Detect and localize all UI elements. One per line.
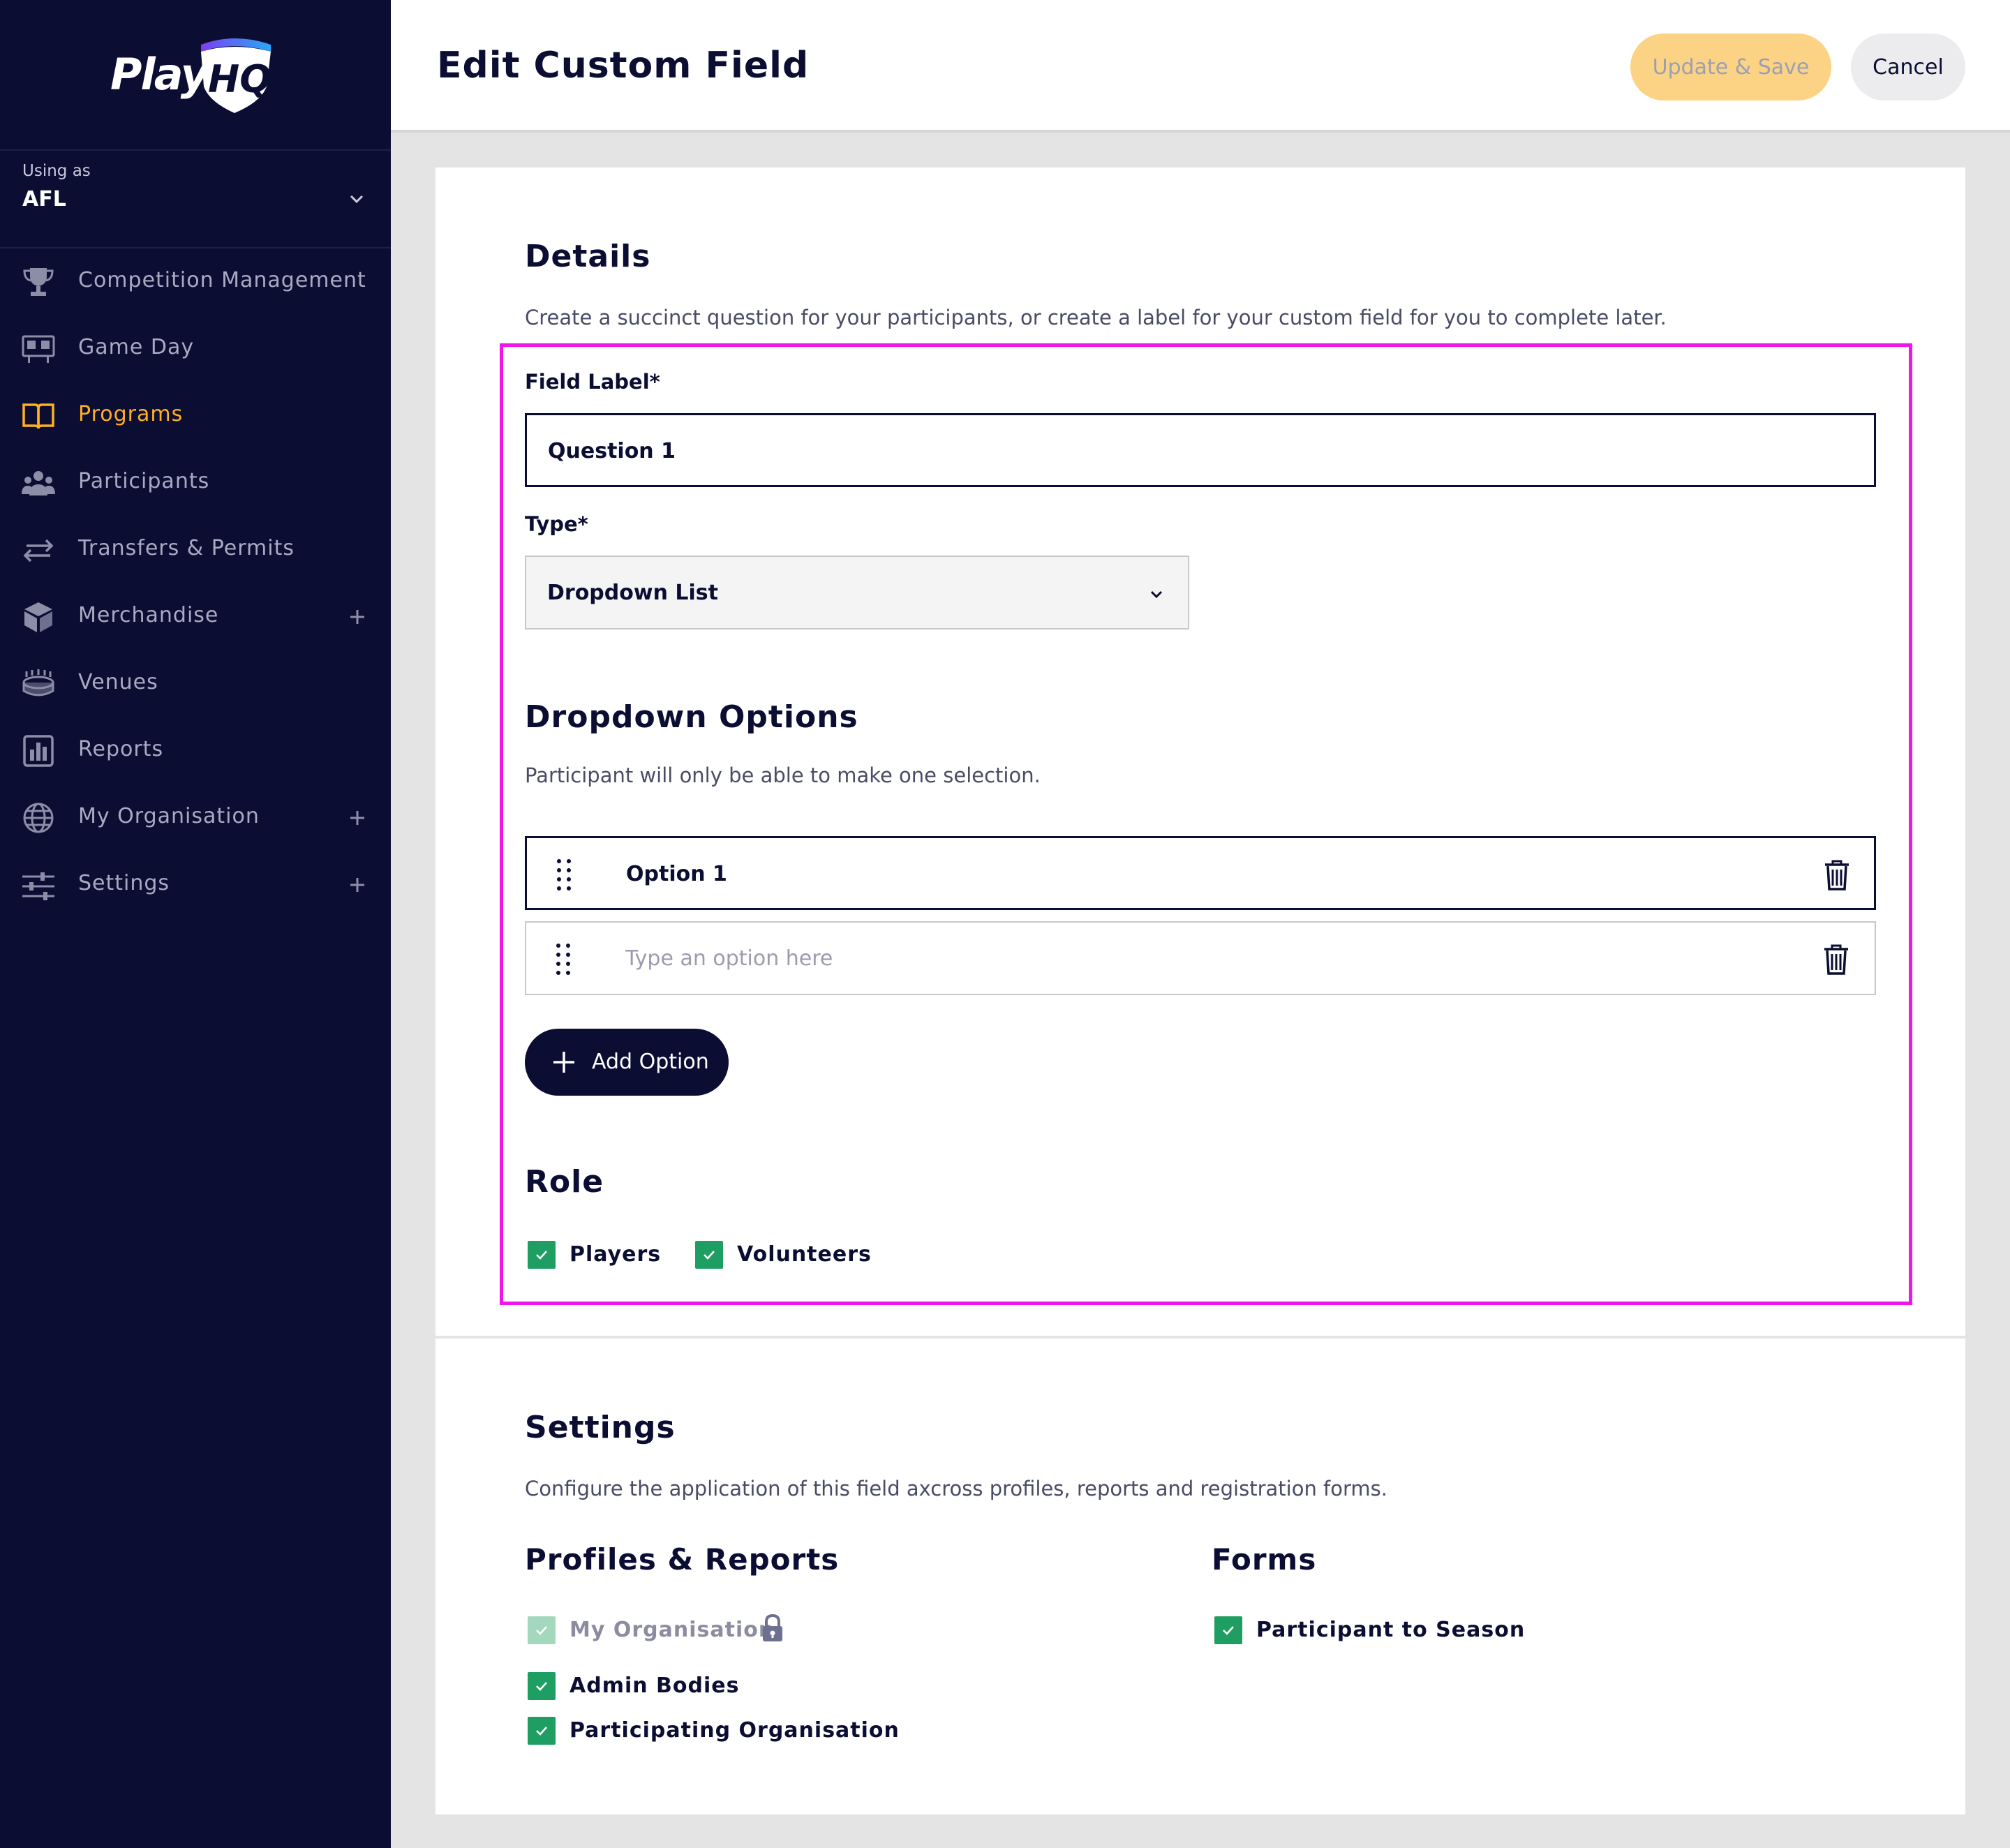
plus-icon: [553, 1052, 574, 1073]
sidebar-item-label: Merchandise: [78, 603, 219, 627]
expand-plus-icon[interactable]: [345, 872, 370, 897]
sliders-icon: [22, 872, 54, 900]
sidebar-item-label: Reports: [78, 737, 164, 761]
chevron-down-icon: [350, 195, 364, 204]
players-checkbox[interactable]: [528, 1241, 556, 1269]
box-icon: [24, 602, 52, 632]
playhq-logo[interactable]: Play HQ: [110, 36, 278, 114]
globe-icon: [23, 803, 54, 833]
trash-icon[interactable]: [1822, 859, 1852, 891]
my-organisation-checkbox: [528, 1616, 556, 1644]
chevron-down-icon: [1150, 590, 1163, 599]
forms-heading: Forms: [1212, 1542, 1317, 1577]
check-icon: [536, 1626, 547, 1635]
details-description: Create a succinct question for your part…: [525, 306, 1667, 329]
role-heading: Role: [525, 1164, 604, 1200]
type-select-value: Dropdown List: [547, 581, 718, 605]
page-title: Edit Custom Field: [437, 45, 810, 87]
check-icon: [1223, 1626, 1234, 1635]
dropdown-options-heading: Dropdown Options: [525, 699, 858, 735]
highlight-box: [500, 343, 1912, 1305]
logo-text: Play: [110, 49, 209, 100]
add-option-button[interactable]: Add Option: [525, 1029, 729, 1096]
sidebar-item-transfers-permits[interactable]: Transfers & Permits: [0, 516, 391, 583]
sidebar: Play HQ Using as AFL Competition Managem…: [0, 0, 391, 1848]
sidebar-item-label: Programs: [78, 402, 184, 426]
section-divider: [436, 1336, 1965, 1339]
expand-plus-icon[interactable]: [345, 604, 370, 629]
update-save-button[interactable]: Update & Save: [1630, 33, 1831, 100]
trash-icon[interactable]: [1822, 944, 1851, 976]
option-row-new[interactable]: [525, 921, 1876, 995]
players-label[interactable]: Players: [570, 1242, 661, 1267]
details-heading: Details: [525, 239, 651, 274]
participant-to-season-checkbox[interactable]: [1214, 1616, 1242, 1644]
sidebar-item-programs[interactable]: Programs: [0, 382, 391, 449]
sidebar-item-label: Settings: [78, 871, 170, 895]
sidebar-item-venues[interactable]: Venues: [0, 650, 391, 717]
participant-to-season-label[interactable]: Participant to Season: [1256, 1618, 1525, 1642]
sidebar-item-competition-management[interactable]: Competition Management: [0, 248, 391, 315]
type-select[interactable]: Dropdown List: [525, 556, 1189, 629]
check-icon: [536, 1251, 547, 1260]
expand-plus-icon[interactable]: [345, 805, 370, 830]
drag-handle-icon[interactable]: [554, 942, 572, 977]
chart-icon: [23, 735, 54, 767]
add-option-label: Add Option: [592, 1050, 709, 1074]
participating-organisation-checkbox[interactable]: [528, 1717, 556, 1745]
sidebar-item-label: Venues: [78, 670, 158, 694]
sidebar-item-game-day[interactable]: Game Day: [0, 315, 391, 382]
type-label: Type*: [525, 512, 588, 536]
admin-bodies-label[interactable]: Admin Bodies: [570, 1674, 739, 1698]
new-option-input[interactable]: [625, 941, 1672, 976]
sidebar-item-participants[interactable]: Participants: [0, 449, 391, 516]
volunteers-label[interactable]: Volunteers: [737, 1242, 872, 1267]
using-as-label: Using as: [22, 162, 91, 180]
sidebar-item-reports[interactable]: Reports: [0, 717, 391, 784]
logo-shield-icon: HQ: [201, 38, 271, 113]
field-label-value: Question 1: [548, 439, 676, 463]
check-icon: [704, 1251, 715, 1260]
sidebar-item-label: Transfers & Permits: [78, 536, 295, 560]
check-icon: [536, 1682, 547, 1691]
using-as-value: AFL: [22, 187, 66, 211]
sidebar-item-label: Participants: [78, 469, 210, 493]
sidebar-item-label: My Organisation: [78, 804, 260, 828]
lock-icon: [763, 1614, 782, 1641]
book-icon: [22, 403, 54, 429]
sidebar-item-settings[interactable]: Settings: [0, 851, 391, 918]
sidebar-item-label: Competition Management: [78, 268, 366, 292]
org-switcher[interactable]: Using as AFL: [0, 149, 391, 248]
sidebar-item-merchandise[interactable]: Merchandise: [0, 583, 391, 650]
stadium-icon: [22, 669, 54, 696]
sidebar-item-my-organisation[interactable]: My Organisation: [0, 784, 391, 851]
settings-description: Configure the application of this field …: [525, 1477, 1387, 1500]
check-icon: [536, 1727, 547, 1736]
sidebar-nav: Competition Management Game Day Programs: [0, 248, 391, 918]
settings-heading: Settings: [525, 1410, 676, 1445]
field-label-label: Field Label*: [525, 370, 660, 394]
scoreboard-icon: [22, 335, 55, 363]
admin-bodies-checkbox[interactable]: [528, 1672, 556, 1700]
my-organisation-label: My Organisation: [570, 1618, 775, 1642]
drag-handle-icon[interactable]: [555, 858, 573, 893]
participating-organisation-label[interactable]: Participating Organisation: [570, 1718, 900, 1743]
people-icon: [22, 471, 55, 495]
transfer-arrows-icon: [23, 539, 54, 562]
volunteers-checkbox[interactable]: [695, 1241, 723, 1269]
sidebar-item-label: Game Day: [78, 335, 195, 359]
page-header: Edit Custom Field Update & Save Cancel: [391, 0, 2010, 133]
profiles-reports-heading: Profiles & Reports: [525, 1542, 840, 1577]
option-row[interactable]: Option 1: [525, 836, 1876, 910]
cancel-button[interactable]: Cancel: [1851, 33, 1965, 100]
field-label-input[interactable]: Question 1: [525, 413, 1876, 487]
dropdown-options-description: Participant will only be able to make on…: [525, 763, 1041, 787]
logo-badge: HQ: [208, 57, 271, 101]
trophy-icon: [23, 268, 54, 296]
option-value: Option 1: [626, 862, 727, 886]
